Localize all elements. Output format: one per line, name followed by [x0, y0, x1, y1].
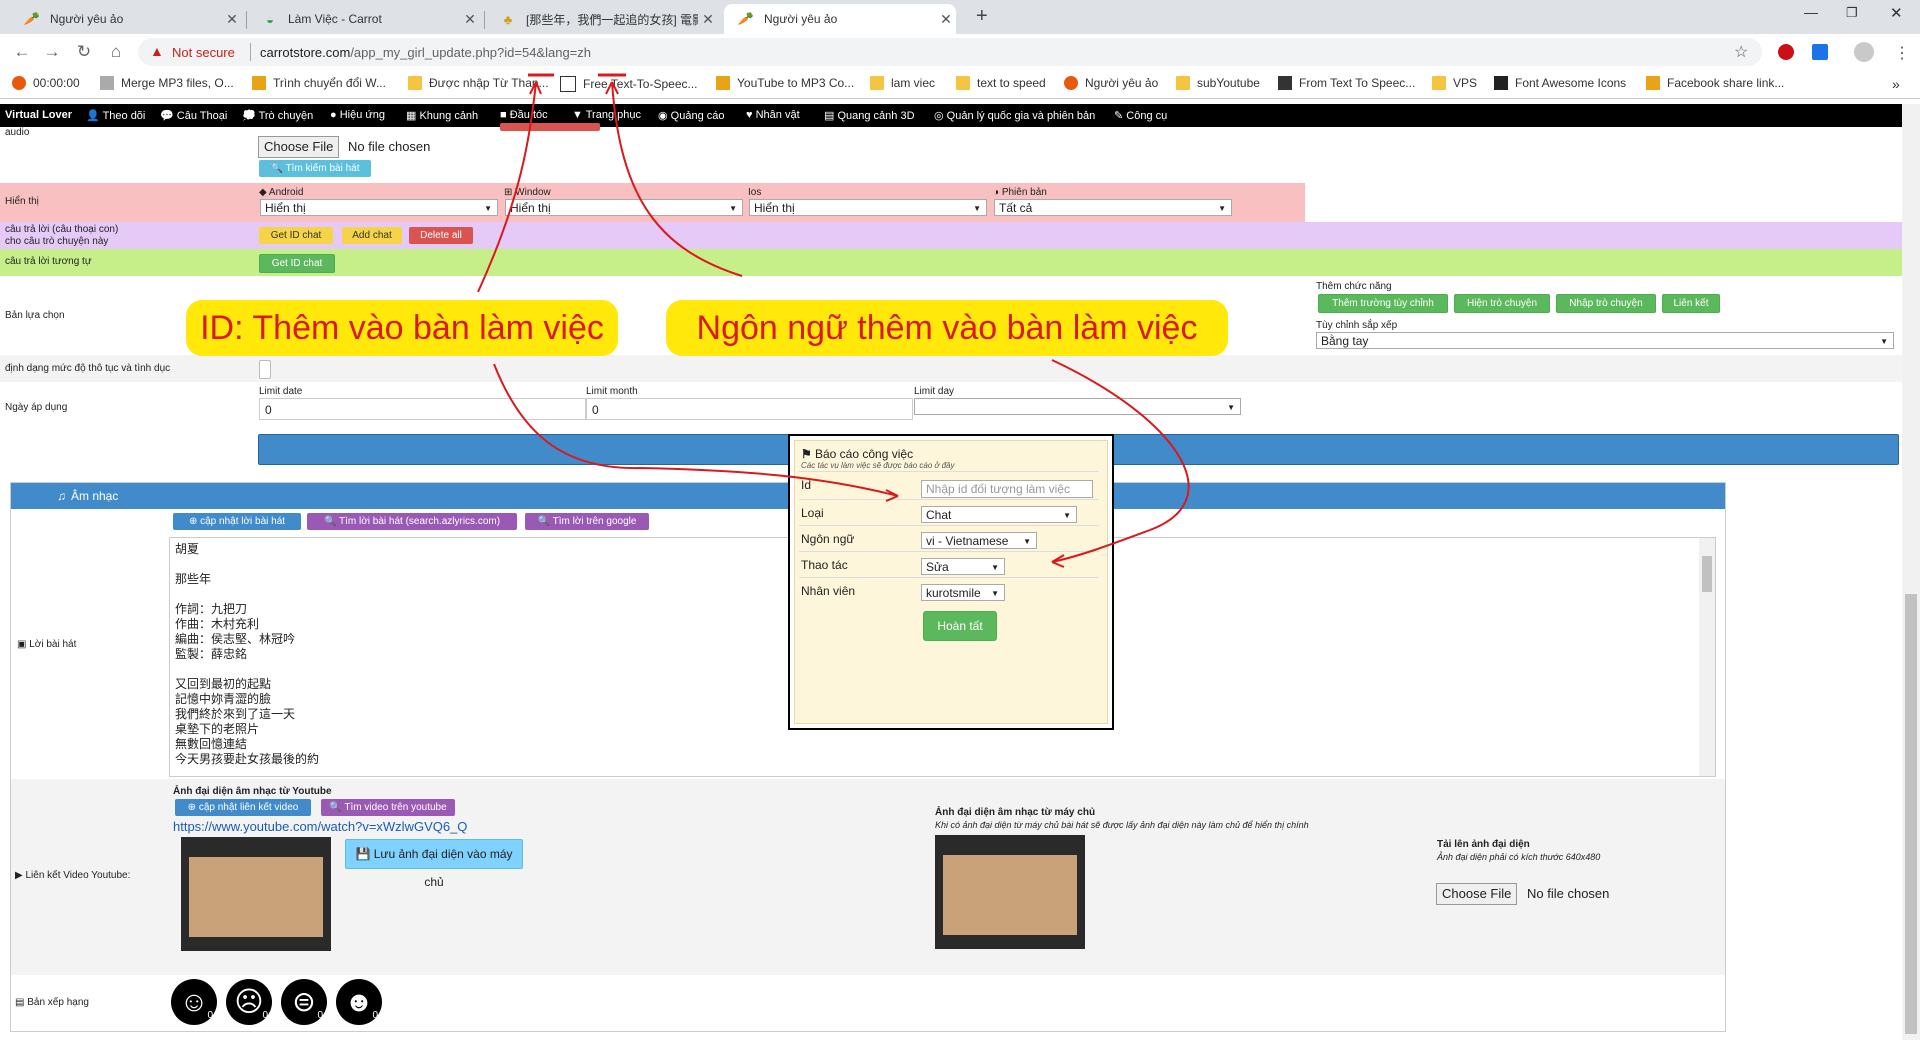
id-arrow-to-dialog [493, 363, 899, 497]
annotation-overlay [477, 73, 1190, 568]
lang-arrow-up [611, 81, 743, 277]
id-arrow-up [477, 81, 537, 293]
lang-arrow-to-dialog [1051, 359, 1190, 563]
